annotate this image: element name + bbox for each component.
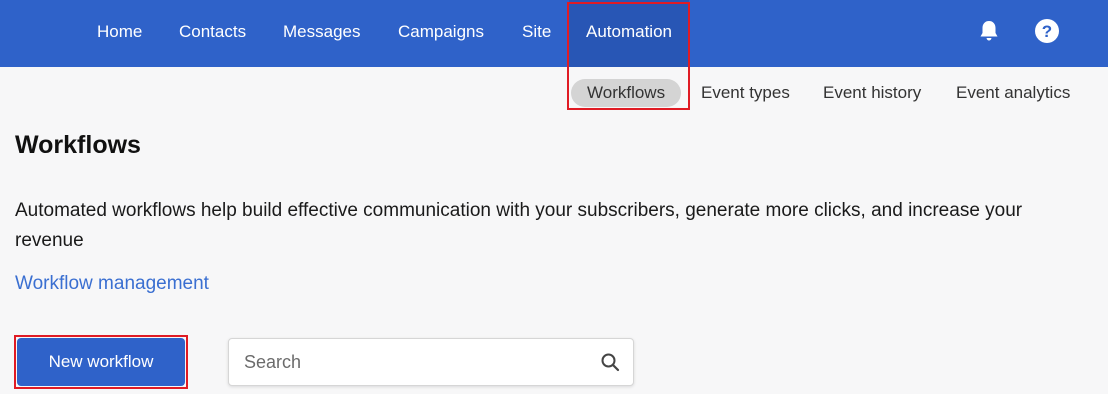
top-navigation: Home Contacts Messages Campaigns Site Au… [0,0,1108,67]
page-description: Automated workflows help build effective… [15,200,1023,251]
subnav-item-event-types[interactable]: Event types [701,79,790,107]
search-box[interactable] [228,338,634,386]
nav-item-site[interactable]: Site [522,0,551,67]
workflow-management-link[interactable]: Workflow management [15,270,209,298]
subnav-item-event-history[interactable]: Event history [823,79,921,107]
nav-item-automation[interactable]: Automation [569,0,689,67]
nav-item-campaigns[interactable]: Campaigns [398,0,484,67]
subnav-item-event-analytics[interactable]: Event analytics [956,79,1070,107]
svg-text:?: ? [1042,22,1052,41]
page-title: Workflows [15,131,141,159]
help-icon[interactable]: ? [1034,18,1060,44]
subnav-item-workflows[interactable]: Workflows [571,79,682,107]
search-input[interactable] [244,339,584,385]
new-workflow-button[interactable]: New workflow [17,338,185,386]
search-icon[interactable] [600,352,620,372]
nav-item-messages[interactable]: Messages [283,0,360,67]
nav-item-home[interactable]: Home [97,0,142,67]
nav-item-contacts[interactable]: Contacts [179,0,246,67]
bell-icon[interactable] [976,18,1002,44]
